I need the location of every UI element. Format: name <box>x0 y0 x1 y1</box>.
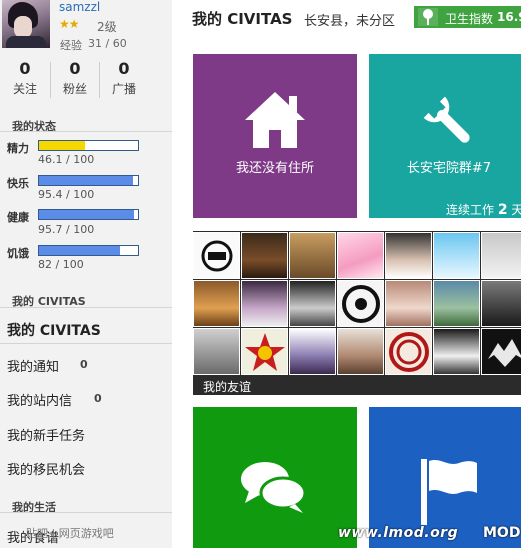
flag-icon <box>421 459 477 525</box>
work-streak-value: 2 <box>497 202 508 218</box>
sidebar: samzzl ★★ 2级 经验 31 / 60 0 关注 0 粉丝 0 广播 我… <box>0 0 172 548</box>
friend-avatar[interactable] <box>193 280 240 327</box>
friend-avatar[interactable] <box>481 232 521 279</box>
chat-bubbles-icon <box>241 462 307 513</box>
tree-icon <box>418 8 438 26</box>
happiness-progress-fill <box>39 176 134 185</box>
section-divider <box>0 307 172 308</box>
friend-avatar[interactable] <box>241 232 288 279</box>
stat-label-happiness: 快乐 <box>7 177 29 190</box>
friend-avatar[interactable] <box>433 232 480 279</box>
watermark-tieba: 贴吧 | 网页游戏吧 <box>26 527 114 540</box>
watermark-mod: MOD <box>483 525 521 541</box>
hunger-progress-fill <box>39 246 121 255</box>
friend-avatar[interactable] <box>385 232 432 279</box>
happiness-progress-bar <box>38 175 139 186</box>
broadcast-count-value: 0 <box>118 59 130 78</box>
followers-count-label: 粉丝 <box>62 82 87 96</box>
stat-value-energy: 46.1 / 100 <box>38 153 95 166</box>
energy-progress-fill <box>39 141 85 150</box>
chat-tile[interactable] <box>193 407 357 548</box>
exp-value: 31 / 60 <box>88 37 127 50</box>
friend-avatar[interactable] <box>337 280 384 327</box>
messages-count-badge: 0 <box>94 392 102 405</box>
friend-avatar[interactable] <box>337 232 384 279</box>
followers-count[interactable]: 0 粉丝 <box>50 58 100 98</box>
stat-label-hunger: 饥饿 <box>7 247 29 260</box>
house-icon <box>245 92 305 148</box>
level-label: 2级 <box>97 20 117 34</box>
work-streak: 连续工作 2 天 <box>446 201 521 218</box>
username-link[interactable]: samzzl <box>59 0 100 14</box>
broadcast-count[interactable]: 0 广播 <box>99 58 149 98</box>
stat-value-happiness: 95.4 / 100 <box>38 188 95 201</box>
work-streak-unit: 天 <box>511 203 521 217</box>
friend-avatar[interactable] <box>481 280 521 327</box>
friend-avatar[interactable] <box>241 280 288 327</box>
following-count-value: 0 <box>19 59 31 78</box>
menu-item-my-civitas[interactable]: 我的 CIVITAS <box>7 320 101 340</box>
hygiene-index-label: 卫生指数 <box>445 12 494 26</box>
home-tile[interactable]: 我还没有住所 <box>193 54 357 218</box>
menu-item-messages[interactable]: 我的站内信 <box>7 390 72 409</box>
friend-avatar[interactable] <box>289 232 336 279</box>
stat-value-health: 95.7 / 100 <box>38 223 95 236</box>
section-divider <box>0 512 172 513</box>
work-tile-label: 长安宅院群#7 <box>406 161 492 176</box>
menu-item-migration[interactable]: 我的移民机会 <box>7 459 85 478</box>
friends-tile-label: 我的友谊 <box>203 380 252 394</box>
avatar[interactable] <box>2 0 50 48</box>
health-progress-fill <box>39 210 134 219</box>
section-divider <box>0 343 172 344</box>
friend-avatar[interactable] <box>337 328 384 375</box>
stat-label-energy: 精力 <box>7 142 29 155</box>
page-title: 我的 CIVITAS <box>192 10 293 28</box>
hunger-progress-bar <box>38 245 139 256</box>
exp-label: 经验 <box>60 39 82 52</box>
friend-avatar[interactable] <box>433 280 480 327</box>
energy-progress-bar <box>38 140 139 151</box>
work-streak-label: 连续工作 <box>446 203 495 217</box>
friend-avatar[interactable] <box>241 328 288 375</box>
follow-counts: 0 关注 0 粉丝 0 广播 <box>0 58 172 102</box>
home-tile-label: 我还没有住所 <box>235 161 314 176</box>
followers-count-value: 0 <box>69 59 81 78</box>
hygiene-index-button[interactable]: 卫生指数 16.9 <box>414 6 521 28</box>
friend-avatar[interactable] <box>193 232 240 279</box>
friend-avatar[interactable] <box>289 280 336 327</box>
work-tile[interactable]: 长安宅院群#7 连续工作 2 天 <box>369 54 521 218</box>
stat-label-health: 健康 <box>7 211 29 224</box>
following-count[interactable]: 0 关注 <box>0 58 50 98</box>
friend-avatar[interactable] <box>193 328 240 375</box>
broadcast-count-label: 广播 <box>111 82 136 96</box>
section-divider <box>0 131 172 132</box>
health-progress-bar <box>38 209 139 220</box>
level-stars-icon: ★★ <box>59 17 79 31</box>
stat-value-hunger: 82 / 100 <box>38 258 84 271</box>
wrench-icon <box>423 96 470 143</box>
friend-avatar[interactable] <box>433 328 480 375</box>
friends-tile[interactable]: 我的友谊 <box>193 231 521 395</box>
following-count-label: 关注 <box>12 82 37 96</box>
watermark-lmod: www.lmod.org <box>338 525 459 541</box>
menu-item-notifications[interactable]: 我的通知 <box>7 356 59 375</box>
friend-avatar[interactable] <box>481 328 521 375</box>
notifications-count-badge: 0 <box>80 358 88 371</box>
location-text: 长安县，未分区 <box>304 14 396 29</box>
friend-avatar[interactable] <box>385 280 432 327</box>
friend-avatar[interactable] <box>385 328 432 375</box>
hygiene-index-value: 16.9 <box>497 10 521 24</box>
menu-item-newbie-tasks[interactable]: 我的新手任务 <box>7 425 85 444</box>
friend-avatar[interactable] <box>289 328 336 375</box>
